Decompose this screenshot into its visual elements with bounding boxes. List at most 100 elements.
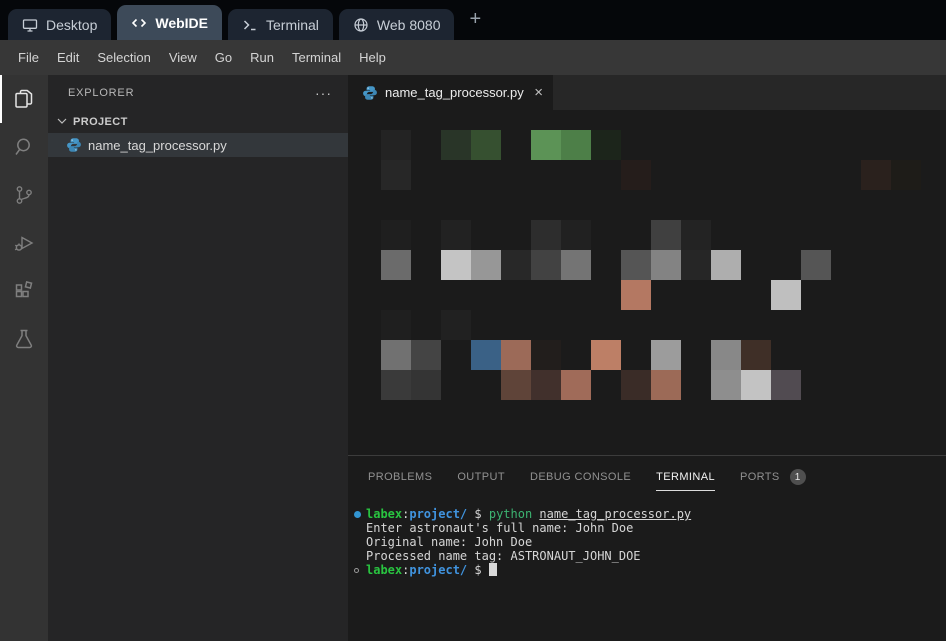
activity-extensions[interactable] [0, 267, 48, 315]
blurred-code-block [741, 370, 771, 400]
terminal-text: Original name: John Doe [366, 535, 532, 549]
chrome-tab-label: WebIDE [155, 15, 208, 31]
blurred-code-block [561, 130, 591, 160]
menu-help[interactable]: Help [350, 50, 395, 65]
close-icon[interactable]: × [534, 85, 543, 100]
chrome-tab-terminal[interactable]: Terminal [228, 9, 333, 40]
panel-tab-bar: PROBLEMS OUTPUT DEBUG CONSOLE TERMINAL PORTS… [348, 456, 946, 498]
blurred-code-block [891, 160, 921, 190]
chrome-tab-web-8080[interactable]: Web 8080 [339, 9, 455, 40]
activity-run-debug[interactable] [0, 219, 48, 267]
blurred-code-block [471, 130, 501, 160]
blurred-code-block [441, 130, 471, 160]
editor-group: name_tag_processor.py × PROBLEMS OUTPUT DE… [348, 75, 946, 641]
terminal-prompt-icon [242, 17, 258, 33]
blurred-code-block [501, 340, 531, 370]
blurred-code-block [681, 250, 711, 280]
chrome-tab-desktop[interactable]: Desktop [8, 9, 111, 40]
python-icon [66, 137, 82, 153]
activity-testing[interactable] [0, 315, 48, 363]
editor-tab-name-tag-processor[interactable]: name_tag_processor.py × [348, 75, 553, 110]
menu-file[interactable]: File [9, 50, 48, 65]
terminal-line: Enter astronaut's full name: John Doe [353, 521, 946, 535]
terminal-gutter [353, 535, 366, 549]
blurred-code-block [621, 160, 651, 190]
menu-edit[interactable]: Edit [48, 50, 88, 65]
terminal-cursor [489, 563, 497, 576]
blurred-code-block [381, 130, 411, 160]
menu-terminal[interactable]: Terminal [283, 50, 350, 65]
activity-search[interactable] [0, 123, 48, 171]
blurred-code-block [441, 220, 471, 250]
blurred-code-block [531, 340, 561, 370]
blurred-code-block [441, 250, 471, 280]
menu-go[interactable]: Go [206, 50, 241, 65]
chrome-tab-label: Web 8080 [377, 17, 441, 33]
blurred-code-block [381, 160, 411, 190]
blurred-code-block [531, 130, 561, 160]
project-tree-section[interactable]: PROJECT [48, 111, 348, 133]
editor-code-area-blurred[interactable] [348, 110, 946, 455]
chevron-down-icon [54, 113, 70, 132]
blurred-code-block [801, 250, 831, 280]
blurred-code-block [621, 250, 651, 280]
blurred-code-block [561, 250, 591, 280]
menu-selection[interactable]: Selection [88, 50, 159, 65]
terminal-line: Original name: John Doe [353, 535, 946, 549]
command-pending-indicator [353, 563, 366, 577]
panel-tab-debug-console[interactable]: DEBUG CONSOLE [530, 456, 631, 498]
terminal-line: Processed name tag: ASTRONAUT_JOHN_DOE [353, 549, 946, 563]
terminal-output[interactable]: labex:project/ $ python name_tag_process… [348, 498, 946, 641]
blurred-code-block [711, 250, 741, 280]
file-name-label: name_tag_processor.py [88, 138, 227, 153]
run-debug-icon [12, 231, 36, 255]
blurred-code-block [711, 370, 741, 400]
panel-tab-terminal[interactable]: TERMINAL [656, 456, 715, 498]
blurred-code-block [411, 340, 441, 370]
blurred-code-block [561, 370, 591, 400]
explorer-sidebar: EXPLORER ··· PROJECT name_tag_processor.… [48, 75, 348, 641]
monitor-icon [22, 17, 38, 33]
terminal-gutter [353, 521, 366, 535]
panel-tab-problems[interactable]: PROBLEMS [368, 456, 432, 498]
chrome-tab-webide[interactable]: WebIDE [117, 5, 222, 40]
blurred-code-block [861, 160, 891, 190]
globe-icon [353, 17, 369, 33]
code-icon [131, 15, 147, 31]
blurred-code-block [651, 370, 681, 400]
workbench: EXPLORER ··· PROJECT name_tag_processor.… [0, 75, 946, 641]
browser-tab-bar: Desktop WebIDE Terminal Web 8080 + [0, 0, 946, 40]
command-success-indicator [353, 507, 366, 521]
explorer-header: EXPLORER ··· [48, 75, 348, 111]
terminal-text: Processed name tag: ASTRONAUT_JOHN_DOE [366, 549, 641, 563]
blurred-code-block [681, 220, 711, 250]
blurred-code-block [651, 220, 681, 250]
activity-explorer[interactable] [0, 75, 48, 123]
editor-tab-bar: name_tag_processor.py × [348, 75, 946, 110]
activity-source-control[interactable] [0, 171, 48, 219]
panel-tab-label: PORTS [740, 471, 780, 483]
new-tab-button[interactable]: + [469, 9, 481, 31]
blurred-code-block [531, 250, 561, 280]
tree-item-name-tag-processor[interactable]: name_tag_processor.py [48, 133, 348, 157]
blurred-code-block [411, 370, 441, 400]
blurred-code-block [741, 340, 771, 370]
chrome-tab-label: Terminal [266, 17, 319, 33]
project-section-label: PROJECT [73, 116, 128, 128]
extensions-icon [12, 279, 36, 303]
blurred-code-block [531, 370, 561, 400]
blurred-code-block [381, 370, 411, 400]
blurred-code-block [501, 370, 531, 400]
ellipsis-icon[interactable]: ··· [315, 85, 332, 101]
menu-bar: FileEditSelectionViewGoRunTerminalHelp [0, 40, 946, 75]
panel-tab-output[interactable]: OUTPUT [457, 456, 505, 498]
terminal-line: labex:project/ $ [353, 563, 946, 577]
menu-run[interactable]: Run [241, 50, 283, 65]
blurred-code-block [651, 340, 681, 370]
activity-bar [0, 75, 48, 641]
menu-view[interactable]: View [160, 50, 206, 65]
blurred-code-block [441, 310, 471, 340]
blurred-code-block [771, 370, 801, 400]
panel-tab-ports[interactable]: PORTS1 [740, 456, 806, 498]
explorer-title: EXPLORER [68, 87, 134, 99]
